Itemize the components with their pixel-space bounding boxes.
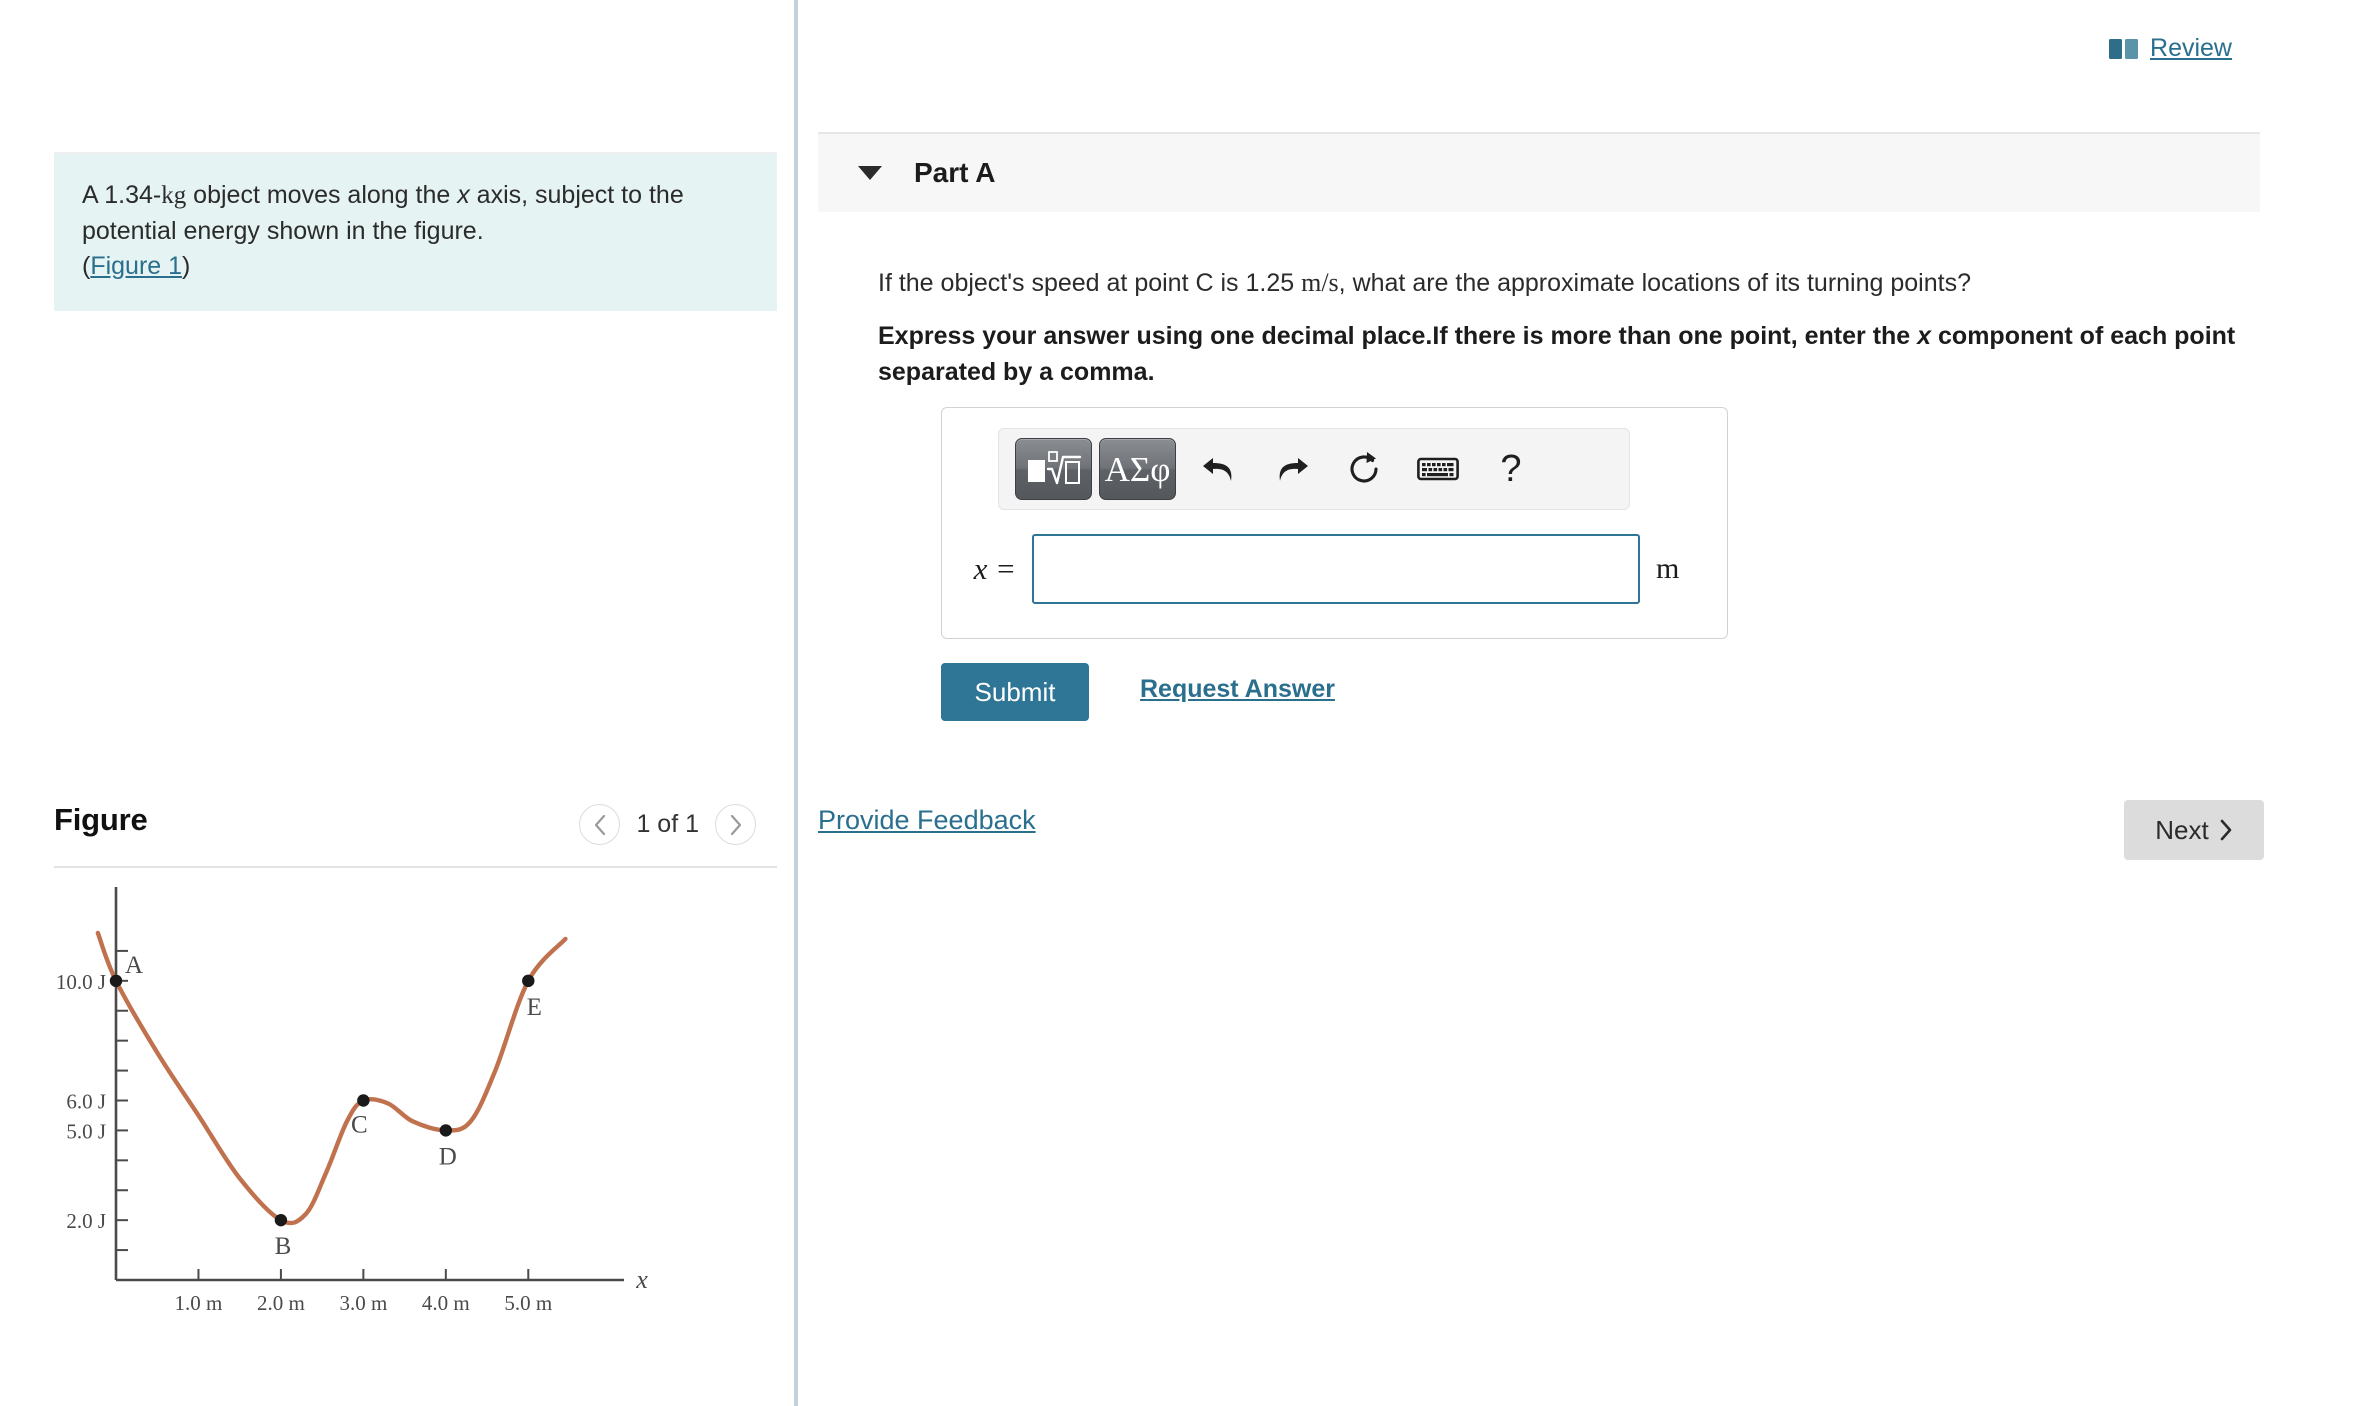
math-toolbar: ΑΣφ ? <box>998 428 1630 510</box>
keyboard-button[interactable] <box>1408 439 1468 499</box>
greek-symbols-button[interactable]: ΑΣφ <box>1099 438 1176 500</box>
point-label-A: A <box>125 952 143 979</box>
figure-count-label: 1 of 1 <box>636 810 699 838</box>
point-label-B: B <box>275 1233 292 1260</box>
instruction-variable: x <box>1917 322 1932 350</box>
question-speed-unit: m/s <box>1301 268 1339 297</box>
caret-down-icon[interactable] <box>858 166 882 180</box>
problem-statement: A 1.34-kg object moves along the x axis,… <box>54 152 777 311</box>
answer-entry-card: ΑΣφ ? x = m <box>941 407 1728 639</box>
left-pane: A 1.34-kg object moves along the x axis,… <box>0 0 794 1406</box>
data-point-C <box>357 1094 370 1107</box>
book-icon <box>2109 38 2139 59</box>
reset-button[interactable] <box>1335 439 1395 499</box>
point-label-D: D <box>439 1143 457 1170</box>
y-tick-label: 2.0 J <box>66 1209 106 1233</box>
potential-energy-figure[interactable]: Ux 1.0 m 2.0 m 3.0 m 4.0 m 5.0 m 2.0 J 5.0 J 6.0… <box>54 880 777 1380</box>
figure-navigation: 1 of 1 <box>579 804 756 845</box>
redo-arrow-icon <box>1279 458 1308 481</box>
problem-mass-unit: kg <box>161 182 187 209</box>
figure-1-link[interactable]: Figure 1 <box>90 252 182 280</box>
math-template-button[interactable] <box>1015 438 1092 500</box>
point-label-E: E <box>527 994 542 1021</box>
question-text-part1: If the object's speed at point C is 1.25 <box>878 269 1302 297</box>
undo-button[interactable] <box>1189 439 1249 499</box>
x-tick-label: 1.0 m <box>175 1291 223 1315</box>
greek-letters-icon: ΑΣφ <box>1104 449 1171 489</box>
y-axis-title: U <box>107 880 128 881</box>
chevron-left-icon <box>594 814 606 835</box>
answer-prefix-label: x = <box>973 551 1016 586</box>
answer-unit-label: m <box>1656 552 1680 585</box>
figure-divider <box>54 866 777 868</box>
question-text-part2: , what are the approximate locations of … <box>1338 269 1971 297</box>
instruction-part1: Express your answer using one decimal pl… <box>878 322 1918 350</box>
potential-energy-curve <box>95 930 568 1226</box>
point-label-C: C <box>351 1111 368 1138</box>
chevron-right-icon <box>2220 819 2232 841</box>
answer-input[interactable] <box>1032 534 1640 604</box>
figure-title: Figure <box>54 802 148 837</box>
chart-svg: Ux 1.0 m 2.0 m 3.0 m 4.0 m 5.0 m 2.0 J 5.0 J 6.0… <box>56 880 648 1315</box>
instruction-text: Express your answer using one decimal pl… <box>878 318 2248 391</box>
request-answer-link[interactable]: Request Answer <box>1140 675 1335 704</box>
redo-button[interactable] <box>1262 439 1322 499</box>
y-tick-label: 6.0 J <box>66 1089 106 1113</box>
figure-next-button[interactable] <box>715 804 756 845</box>
x-axis-title: x <box>635 1265 648 1294</box>
y-tick-label: 5.0 J <box>66 1119 106 1143</box>
refresh-circle-icon <box>1350 452 1378 483</box>
help-button[interactable]: ? <box>1481 439 1541 499</box>
y-tick-label: 10.0 J <box>56 970 106 994</box>
part-a-label: Part A <box>914 157 996 188</box>
review-link[interactable]: Review <box>2109 34 2232 63</box>
answer-row: x = m <box>942 526 1729 612</box>
problem-text-part1: A 1.34- <box>82 181 162 209</box>
submit-button[interactable]: Submit <box>941 663 1089 721</box>
problem-axis-variable: x <box>457 181 470 209</box>
x-tick-label: 2.0 m <box>257 1291 305 1315</box>
figure-link-paren-close: ) <box>182 252 191 280</box>
x-tick-label: 3.0 m <box>339 1291 387 1315</box>
provide-feedback-link[interactable]: Provide Feedback <box>818 805 1036 836</box>
next-button-label: Next <box>2155 814 2209 845</box>
data-point-D <box>439 1124 453 1137</box>
right-pane: Review Part A If the object's speed at p… <box>798 0 2378 1406</box>
keyboard-icon <box>1417 457 1459 481</box>
part-a-header[interactable]: Part A <box>818 132 2260 212</box>
review-label: Review <box>2150 34 2232 62</box>
next-button[interactable]: Next <box>2124 800 2264 860</box>
question-mark-icon: ? <box>1500 448 1522 490</box>
figure-header: Figure 1 of 1 <box>54 800 777 862</box>
figure-prev-button[interactable] <box>579 804 621 845</box>
x-tick-label: 5.0 m <box>504 1291 552 1315</box>
data-point-E <box>522 974 535 988</box>
problem-text-part2: object moves along the <box>186 181 458 209</box>
x-tick-label: 4.0 m <box>422 1291 470 1315</box>
chevron-right-icon <box>730 814 741 835</box>
question-text: If the object's speed at point C is 1.25… <box>878 265 2258 301</box>
data-point-A <box>109 974 123 988</box>
square-root-template-icon <box>1027 451 1081 485</box>
page-root: A 1.34-kg object moves along the x axis,… <box>0 0 2378 1406</box>
undo-arrow-icon <box>1203 458 1232 481</box>
data-point-B <box>274 1213 288 1227</box>
